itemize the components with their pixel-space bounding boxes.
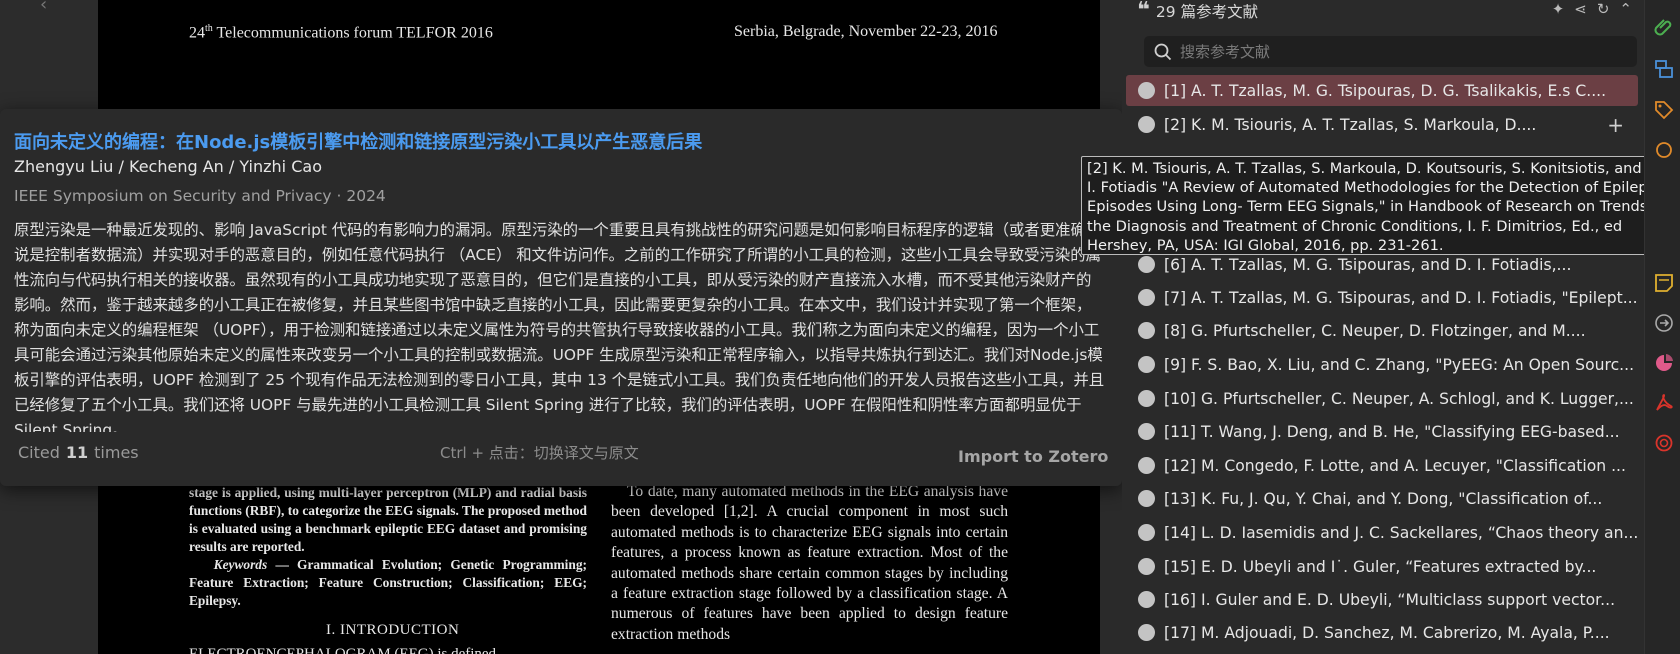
- reference-item[interactable]: [11] T. Wang, J. Deng, and B. He, "Class…: [1126, 416, 1638, 447]
- popup-title[interactable]: 面向未定义的编程：在Node.js模板引擎中检测和链接原型污染小工具以产生恶意后…: [14, 128, 702, 154]
- paperclip-icon[interactable]: [1653, 16, 1675, 38]
- pdf-intro-start: ELECTROENCEPHALOGRAM (EEG) is defined: [189, 646, 497, 654]
- pdf-paragraph: To date, many automated methods in the E…: [611, 483, 1008, 643]
- status-dot-icon: [1138, 591, 1155, 608]
- reference-item[interactable]: [9] F. S. Bao, X. Liu, and C. Zhang, "Py…: [1126, 349, 1638, 380]
- quote-icon: ❝: [1137, 0, 1150, 23]
- reference-item[interactable]: [1] A. T. Tzallas, M. G. Tsipouras, D. G…: [1126, 75, 1638, 106]
- popup-hint: Ctrl + 点击：切换译文与原文: [440, 444, 639, 462]
- pdf-right-column: To date, many automated methods in the E…: [611, 482, 1008, 645]
- note-icon[interactable]: [1653, 272, 1675, 294]
- reference-item[interactable]: [14] L. D. Iasemidis and J. C. Sackellar…: [1126, 517, 1638, 548]
- status-dot-icon: [1138, 390, 1155, 407]
- layers-icon[interactable]: [1653, 58, 1675, 80]
- link-icon[interactable]: [1653, 312, 1675, 334]
- reference-item[interactable]: [7] A. T. Tzallas, M. G. Tsipouras, and …: [1126, 282, 1638, 313]
- app-window: ‹ 24th Telecommunications forum TELFOR 2…: [0, 0, 1680, 654]
- status-dot-icon: [1138, 82, 1155, 99]
- reference-item[interactable]: [8] G. Pfurtscheller, C. Neuper, D. Flot…: [1126, 315, 1638, 346]
- popup-authors: Zhengyu Liu / Kecheng An / Yinzhi Cao: [14, 157, 322, 176]
- pdf-left-column: stage is applied, using multi-layer perc…: [189, 484, 587, 610]
- status-dot-icon: [1138, 624, 1155, 641]
- pdf-header-conference: 24th Telecommunications forum TELFOR 201…: [189, 23, 493, 42]
- popup-cited-count: Cited 11 times: [18, 443, 139, 462]
- status-dot-icon: [1138, 116, 1155, 133]
- right-icon-rail: [1644, 0, 1680, 654]
- sparkle-icon[interactable]: ✦: [1552, 0, 1565, 18]
- status-dot-icon: [1138, 423, 1155, 440]
- references-toolbar: ✦ ⋖ ↻ ⌃: [1552, 0, 1632, 18]
- collapse-icon[interactable]: ⌃: [1619, 0, 1632, 18]
- status-dot-icon: [1138, 322, 1155, 339]
- refresh-icon[interactable]: ↻: [1597, 0, 1610, 18]
- status-dot-icon: [1138, 356, 1155, 373]
- add-reference-button[interactable]: +: [1607, 113, 1624, 137]
- popup-abstract[interactable]: 原型污染是一种最近发现的、影响 JavaScript 代码的有影响力的漏洞。原型…: [14, 218, 1106, 432]
- references-search[interactable]: [1144, 36, 1637, 67]
- reference-item[interactable]: [12] M. Congedo, F. Lotte, and A. Lecuye…: [1126, 450, 1638, 481]
- pdf-icon[interactable]: [1653, 392, 1675, 414]
- chevron-left-icon[interactable]: ‹: [40, 0, 47, 15]
- status-dot-icon: [1138, 490, 1155, 507]
- references-sidebar: ❝ 29 篇参考文献 ✦ ⋖ ↻ ⌃ [1] A. T. Tzallas, M.…: [1122, 0, 1644, 654]
- chat-icon[interactable]: [1653, 140, 1675, 162]
- pdf-abstract-tail: stage is applied, using multi-layer perc…: [189, 485, 587, 554]
- search-icon: [1154, 43, 1172, 60]
- pdf-header-location: Serbia, Belgrade, November 22-23, 2016: [734, 23, 998, 40]
- status-dot-icon: [1138, 524, 1155, 541]
- reference-item[interactable]: [2] K. M. Tsiouris, A. T. Tzallas, S. Ma…: [1126, 109, 1638, 140]
- reference-item[interactable]: [15] E. D. Ubeyli and I˙. Guler, “Featur…: [1126, 551, 1638, 582]
- status-dot-icon: [1138, 558, 1155, 575]
- status-dot-icon: [1138, 289, 1155, 306]
- import-to-zotero-button[interactable]: Import to Zotero: [958, 447, 1108, 466]
- status-dot-icon: [1138, 457, 1155, 474]
- pdf-keywords: Keywords — Grammatical Evolution; Geneti…: [189, 557, 587, 608]
- popup-venue: IEEE Symposium on Security and Privacy ·…: [14, 187, 386, 205]
- references-count-title: 29 篇参考文献: [1155, 3, 1259, 21]
- reference-item[interactable]: [16] I. Guler and E. D. Ubeyli, “Multicl…: [1126, 584, 1638, 615]
- status-dot-icon: [1138, 256, 1155, 273]
- reference-tooltip: [2] K. M. Tsiouris, A. T. Tzallas, S. Ma…: [1081, 156, 1679, 255]
- reference-item[interactable]: [10] G. Pfurtscheller, C. Neuper, A. Sch…: [1126, 383, 1638, 414]
- share-icon[interactable]: ⋖: [1574, 0, 1587, 18]
- search-input[interactable]: [1180, 42, 1620, 61]
- reference-item[interactable]: [13] K. Fu, J. Qu, Y. Chai, and Y. Dong,…: [1126, 483, 1638, 514]
- tag-icon[interactable]: [1653, 99, 1675, 121]
- openai-icon[interactable]: [1653, 432, 1675, 454]
- pdf-intro-heading: I. INTRODUCTION: [326, 622, 460, 638]
- references-header: ❝ 29 篇参考文献: [1137, 0, 1258, 22]
- reference-item[interactable]: [17] M. Adjouadi, D. Sanchez, M. Cabreri…: [1126, 617, 1638, 648]
- pie-icon[interactable]: [1653, 352, 1675, 374]
